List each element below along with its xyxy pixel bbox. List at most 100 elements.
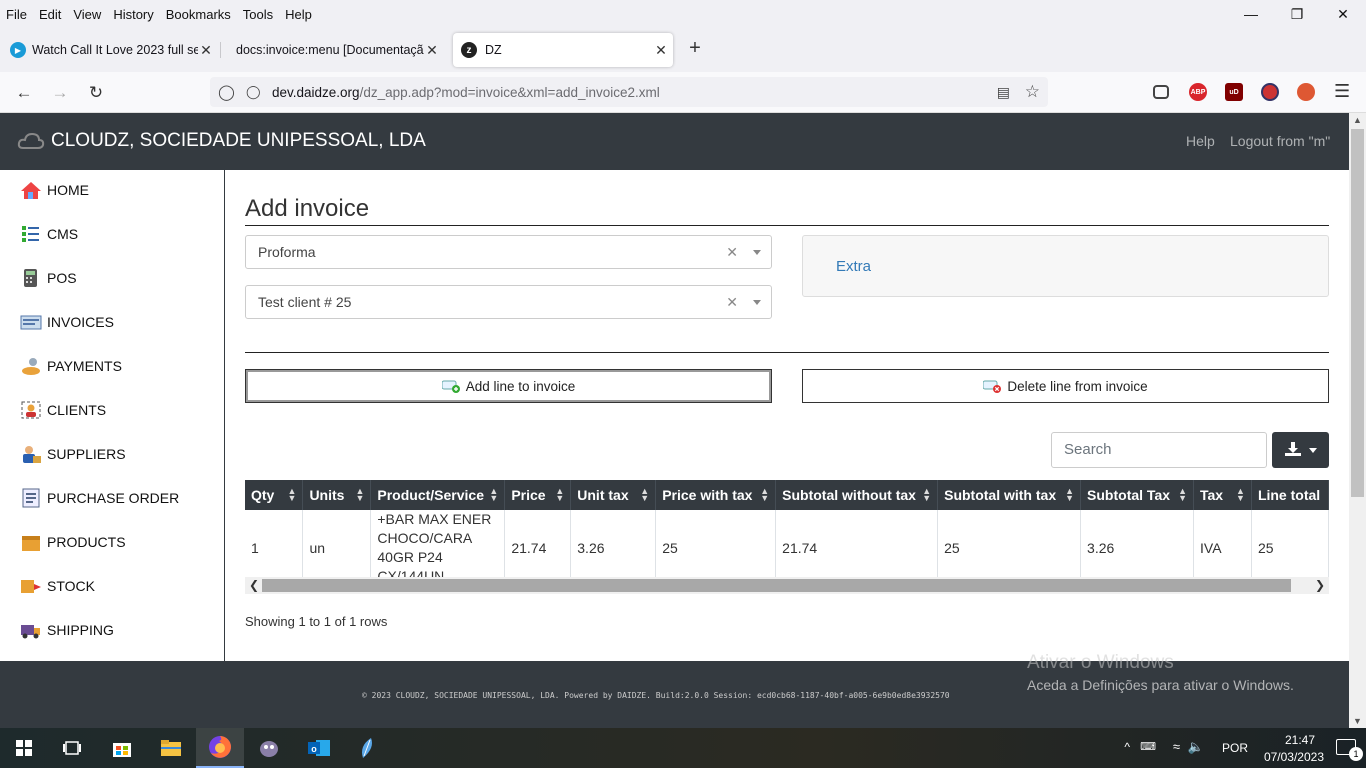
adblock-plus-icon[interactable]: ABP (1189, 83, 1207, 101)
tab-close-icon[interactable]: ✕ (198, 42, 214, 59)
firefox-taskbar-icon[interactable] (196, 728, 244, 768)
menu-edit[interactable]: Edit (33, 7, 67, 22)
privacy-badger-icon[interactable] (1261, 83, 1279, 101)
cell-price-with-tax[interactable]: 25 (655, 510, 777, 577)
sidebar-item-clients[interactable]: CLIENTS (20, 398, 106, 422)
scroll-up-icon[interactable]: ▲ (1353, 115, 1362, 125)
extra-link[interactable]: Extra (836, 258, 871, 275)
cell-qty[interactable]: 1 (245, 510, 304, 577)
sidebar-item-suppliers[interactable]: SUPPLIERS (20, 442, 126, 466)
column-header-subtotal-with-tax[interactable]: Subtotal with tax ▲ ▼ (937, 480, 1082, 510)
add-line-button[interactable]: Add line to invoice (245, 369, 772, 403)
menu-tools[interactable]: Tools (237, 7, 279, 22)
menu-history[interactable]: History (107, 7, 159, 22)
tab-close-icon[interactable]: ✕ (424, 42, 440, 59)
sidebar-item-stock[interactable]: STOCK (20, 574, 95, 598)
clear-selection-icon[interactable]: ✕ (726, 294, 738, 311)
sidebar-item-pos[interactable]: POS (20, 266, 77, 290)
sidebar-item-purchase-order[interactable]: PURCHASE ORDER (20, 486, 179, 510)
sidebar-item-payments[interactable]: PAYMENTS (20, 354, 122, 378)
sidebar-item-products[interactable]: PRODUCTS (20, 530, 126, 554)
keyboard-input-icon[interactable]: ⌨ (1140, 740, 1156, 753)
forward-arrow-icon[interactable]: → (47, 80, 73, 106)
clock-time[interactable]: 21:47 (1285, 733, 1315, 747)
restore-window-button[interactable]: ❐ (1274, 0, 1320, 28)
outlook-icon[interactable]: o (295, 728, 343, 768)
ublock-origin-icon[interactable]: uD (1225, 83, 1243, 101)
back-arrow-icon[interactable]: ← (11, 80, 37, 106)
column-header-subtotal-without-tax[interactable]: Subtotal without tax ▲ ▼ (775, 480, 939, 510)
tracking-shield-icon[interactable]: ◯ (218, 83, 235, 101)
document-type-select[interactable]: Proforma ✕ (245, 235, 772, 269)
menu-bookmarks[interactable]: Bookmarks (160, 7, 237, 22)
search-input[interactable]: Search (1051, 432, 1267, 468)
cloud-logo-icon[interactable] (17, 130, 45, 152)
scroll-right-icon[interactable]: ❯ (1315, 578, 1325, 592)
task-view-icon[interactable] (48, 728, 96, 768)
volume-icon[interactable]: 🔈 (1188, 739, 1204, 755)
language-indicator[interactable]: POR (1222, 741, 1248, 755)
hamburger-menu-icon[interactable]: ☰ (1334, 81, 1350, 102)
url-text[interactable]: dev.daidze.org/dz_app.adp?mod=invoice&xm… (272, 85, 660, 100)
new-tab-plus-icon[interactable]: + (684, 38, 706, 60)
column-header-price[interactable]: Price ▲ ▼ (504, 480, 572, 510)
brand-name[interactable]: CLOUDZ, SOCIEDADE UNIPESSOAL, LDA (51, 130, 426, 152)
file-explorer-icon[interactable] (147, 728, 195, 768)
column-header-line-total[interactable]: Line total (1251, 480, 1329, 510)
sidebar-item-invoices[interactable]: INVOICES (20, 310, 114, 334)
client-select[interactable]: Test client # 25 ✕ (245, 285, 772, 319)
sidebar-item-shipping[interactable]: SHIPPING (20, 618, 114, 642)
cell-subtotal-with-tax[interactable]: 25 (937, 510, 1082, 577)
column-header-qty[interactable]: Qty ▲ ▼ (245, 480, 304, 510)
bookmark-star-icon[interactable]: ☆ (1025, 82, 1040, 102)
table-row[interactable]: 1 un +BAR MAX ENER CHOCO/CARA 40GR P24 C… (245, 510, 1329, 577)
app-blue-leaf-icon[interactable] (343, 728, 391, 768)
help-link[interactable]: Help (1186, 133, 1215, 149)
pidgin-icon[interactable] (245, 728, 293, 768)
cell-line-total[interactable]: 25 (1251, 510, 1329, 577)
column-header-unit-tax[interactable]: Unit tax ▲ ▼ (570, 480, 657, 510)
cell-tax[interactable]: IVA (1193, 510, 1252, 577)
cell-subtotal-without-tax[interactable]: 21.74 (775, 510, 939, 577)
pocket-icon[interactable] (1153, 85, 1169, 99)
show-hidden-icons-chevron-icon[interactable]: ^ (1124, 740, 1130, 754)
cell-subtotal-tax[interactable]: 3.26 (1080, 510, 1194, 577)
column-header-price-with-tax[interactable]: Price with tax ▲ ▼ (655, 480, 777, 510)
minimize-window-button[interactable]: — (1228, 0, 1274, 28)
scroll-down-icon[interactable]: ▼ (1353, 716, 1362, 726)
cell-product[interactable]: +BAR MAX ENER CHOCO/CARA 40GR P24 CX/144… (370, 510, 506, 577)
chevron-down-icon[interactable] (753, 300, 761, 305)
column-header-product[interactable]: Product/Service ▲ ▼ (370, 480, 506, 510)
reader-view-icon[interactable]: ▤ (997, 84, 1010, 101)
windows-start-icon[interactable] (0, 728, 48, 768)
sidebar-item-cms[interactable]: CMS (20, 222, 78, 246)
clear-selection-icon[interactable]: ✕ (726, 244, 738, 261)
chevron-down-icon[interactable] (753, 250, 761, 255)
menu-file[interactable]: File (0, 7, 33, 22)
cell-unit-tax[interactable]: 3.26 (570, 510, 657, 577)
table-horizontal-scrollbar[interactable]: ❮ ❯ (245, 577, 1329, 594)
cell-price[interactable]: 21.74 (504, 510, 572, 577)
url-bar[interactable]: ◯ ◯ dev.daidze.org/dz_app.adp?mod=invoic… (210, 77, 1048, 107)
column-header-subtotal-tax[interactable]: Subtotal Tax ▲ ▼ (1080, 480, 1194, 510)
close-window-button[interactable]: ✕ (1320, 0, 1366, 28)
reload-icon[interactable]: ↻ (83, 80, 109, 106)
menu-view[interactable]: View (67, 7, 107, 22)
cell-units[interactable]: un (302, 510, 372, 577)
sidebar-item-home[interactable]: HOME (20, 178, 89, 202)
clock-date[interactable]: 07/03/2023 (1264, 750, 1324, 764)
scrollbar-thumb[interactable] (262, 579, 1291, 592)
page-info-icon[interactable]: ◯ (246, 84, 261, 100)
logout-link[interactable]: Logout from "m" (1230, 133, 1330, 149)
tab-docs-invoice-menu[interactable]: docs:invoice:menu [Documentação ✕ (228, 33, 440, 67)
column-header-units[interactable]: Units ▲ ▼ (302, 480, 372, 510)
export-dropdown-button[interactable] (1272, 432, 1329, 468)
tab-close-icon[interactable]: ✕ (653, 42, 669, 59)
duckduckgo-icon[interactable] (1297, 83, 1315, 101)
delete-line-button[interactable]: Delete line from invoice (802, 369, 1329, 403)
scroll-left-icon[interactable]: ❮ (249, 578, 259, 592)
menu-help[interactable]: Help (279, 7, 318, 22)
wifi-icon[interactable]: ≈ (1173, 739, 1180, 754)
microsoft-store-icon[interactable] (98, 728, 146, 768)
page-vertical-scrollbar[interactable]: ▲ ▼ (1349, 113, 1366, 728)
